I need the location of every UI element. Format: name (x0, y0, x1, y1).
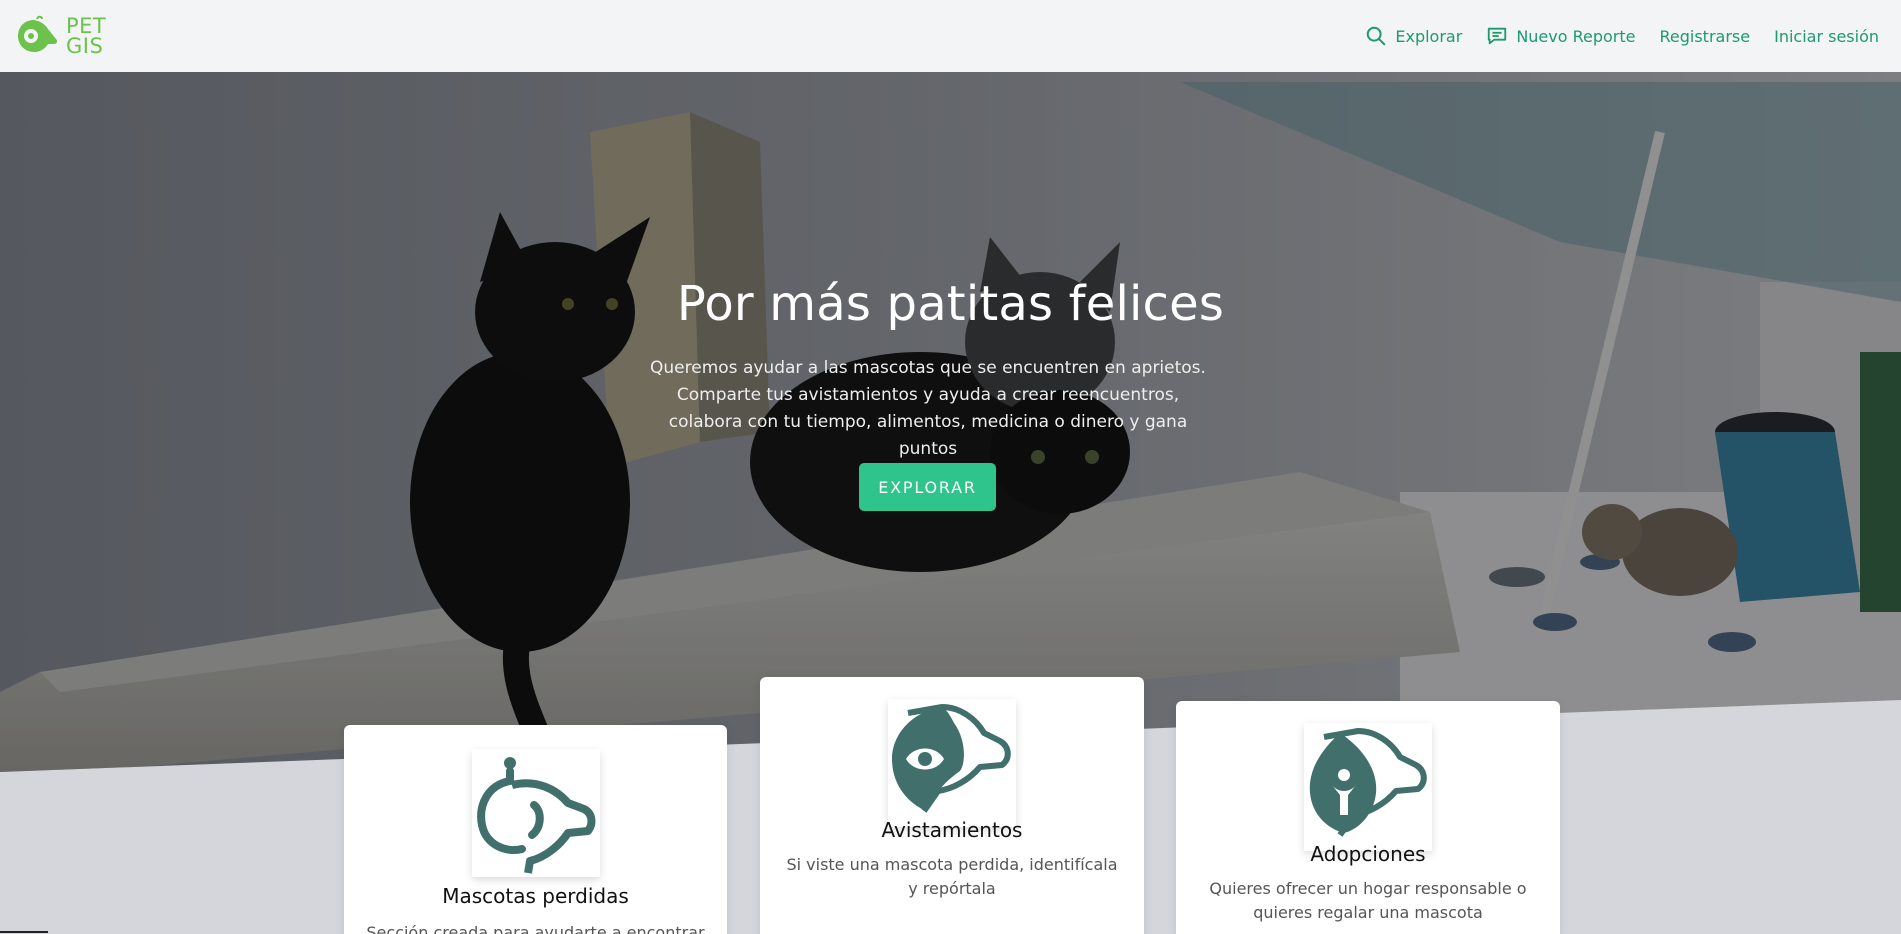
card-lost-pets-icon-box (471, 749, 600, 877)
bottom-divider (0, 931, 48, 933)
brand-line-1: PET (66, 14, 107, 38)
brand-name: PET GIS (66, 14, 107, 58)
card-adoptions-title: Adopciones (1310, 842, 1426, 866)
nav-explore-label: Explorar (1395, 26, 1463, 46)
hero-title: Por más patitas felices (676, 276, 1225, 332)
nav-explore-link[interactable]: Explorar (1365, 25, 1462, 47)
brand-line-2: GIS (66, 34, 104, 58)
hero-description: Queremos ayudar a las mascotas que se en… (650, 358, 1206, 459)
nav-register-label: Registrarse (1659, 26, 1751, 46)
nav-new-report-label: Nuevo Reporte (1516, 26, 1636, 46)
nav-register-link[interactable]: Registrarse (1660, 27, 1751, 46)
card-lost-pets[interactable]: Mascotas perdidas Sección creada para ay… (344, 725, 727, 934)
search-icon (1367, 26, 1386, 46)
card-sightings[interactable]: Avistamientos Si viste una mascota perdi… (760, 677, 1144, 934)
dog-lost-icon (476, 757, 595, 874)
card-lost-pets-description: Sección creada para ayudarte a encontrar… (366, 923, 705, 934)
nav-login-link[interactable]: Iniciar sesión (1774, 27, 1879, 46)
card-sightings-description: Si viste una mascota perdida, identifíca… (786, 855, 1118, 898)
nav-login-label: Iniciar sesión (1774, 26, 1879, 46)
card-adoptions[interactable]: Adopciones Quieres ofrecer un hogar resp… (1176, 701, 1560, 934)
card-adoptions-description: Quieres ofrecer un hogar responsable o q… (1209, 879, 1527, 922)
comment-icon (1488, 27, 1507, 45)
card-sightings-title: Avistamientos (881, 818, 1023, 842)
nav-new-report-link[interactable]: Nuevo Reporte (1486, 25, 1636, 47)
hero-section: Por más patitas felices Queremos ayudar … (0, 72, 1901, 772)
top-navbar: PET GIS Explorar Nuevo Reporte Registrar… (0, 0, 1901, 72)
brand-logo-link[interactable]: PET GIS (14, 15, 106, 57)
card-lost-pets-title: Mascotas perdidas (442, 884, 629, 908)
nav-links: Explorar Nuevo Reporte Registrarse Inici… (1365, 25, 1879, 47)
card-sightings-icon-box (888, 699, 1016, 827)
explore-button[interactable]: EXPLORAR (859, 463, 996, 511)
dog-logo-icon (18, 15, 58, 52)
card-adoptions-icon-box (1304, 723, 1432, 851)
dog-leaf-icon (1309, 728, 1427, 837)
dog-eye-icon (892, 704, 1011, 813)
